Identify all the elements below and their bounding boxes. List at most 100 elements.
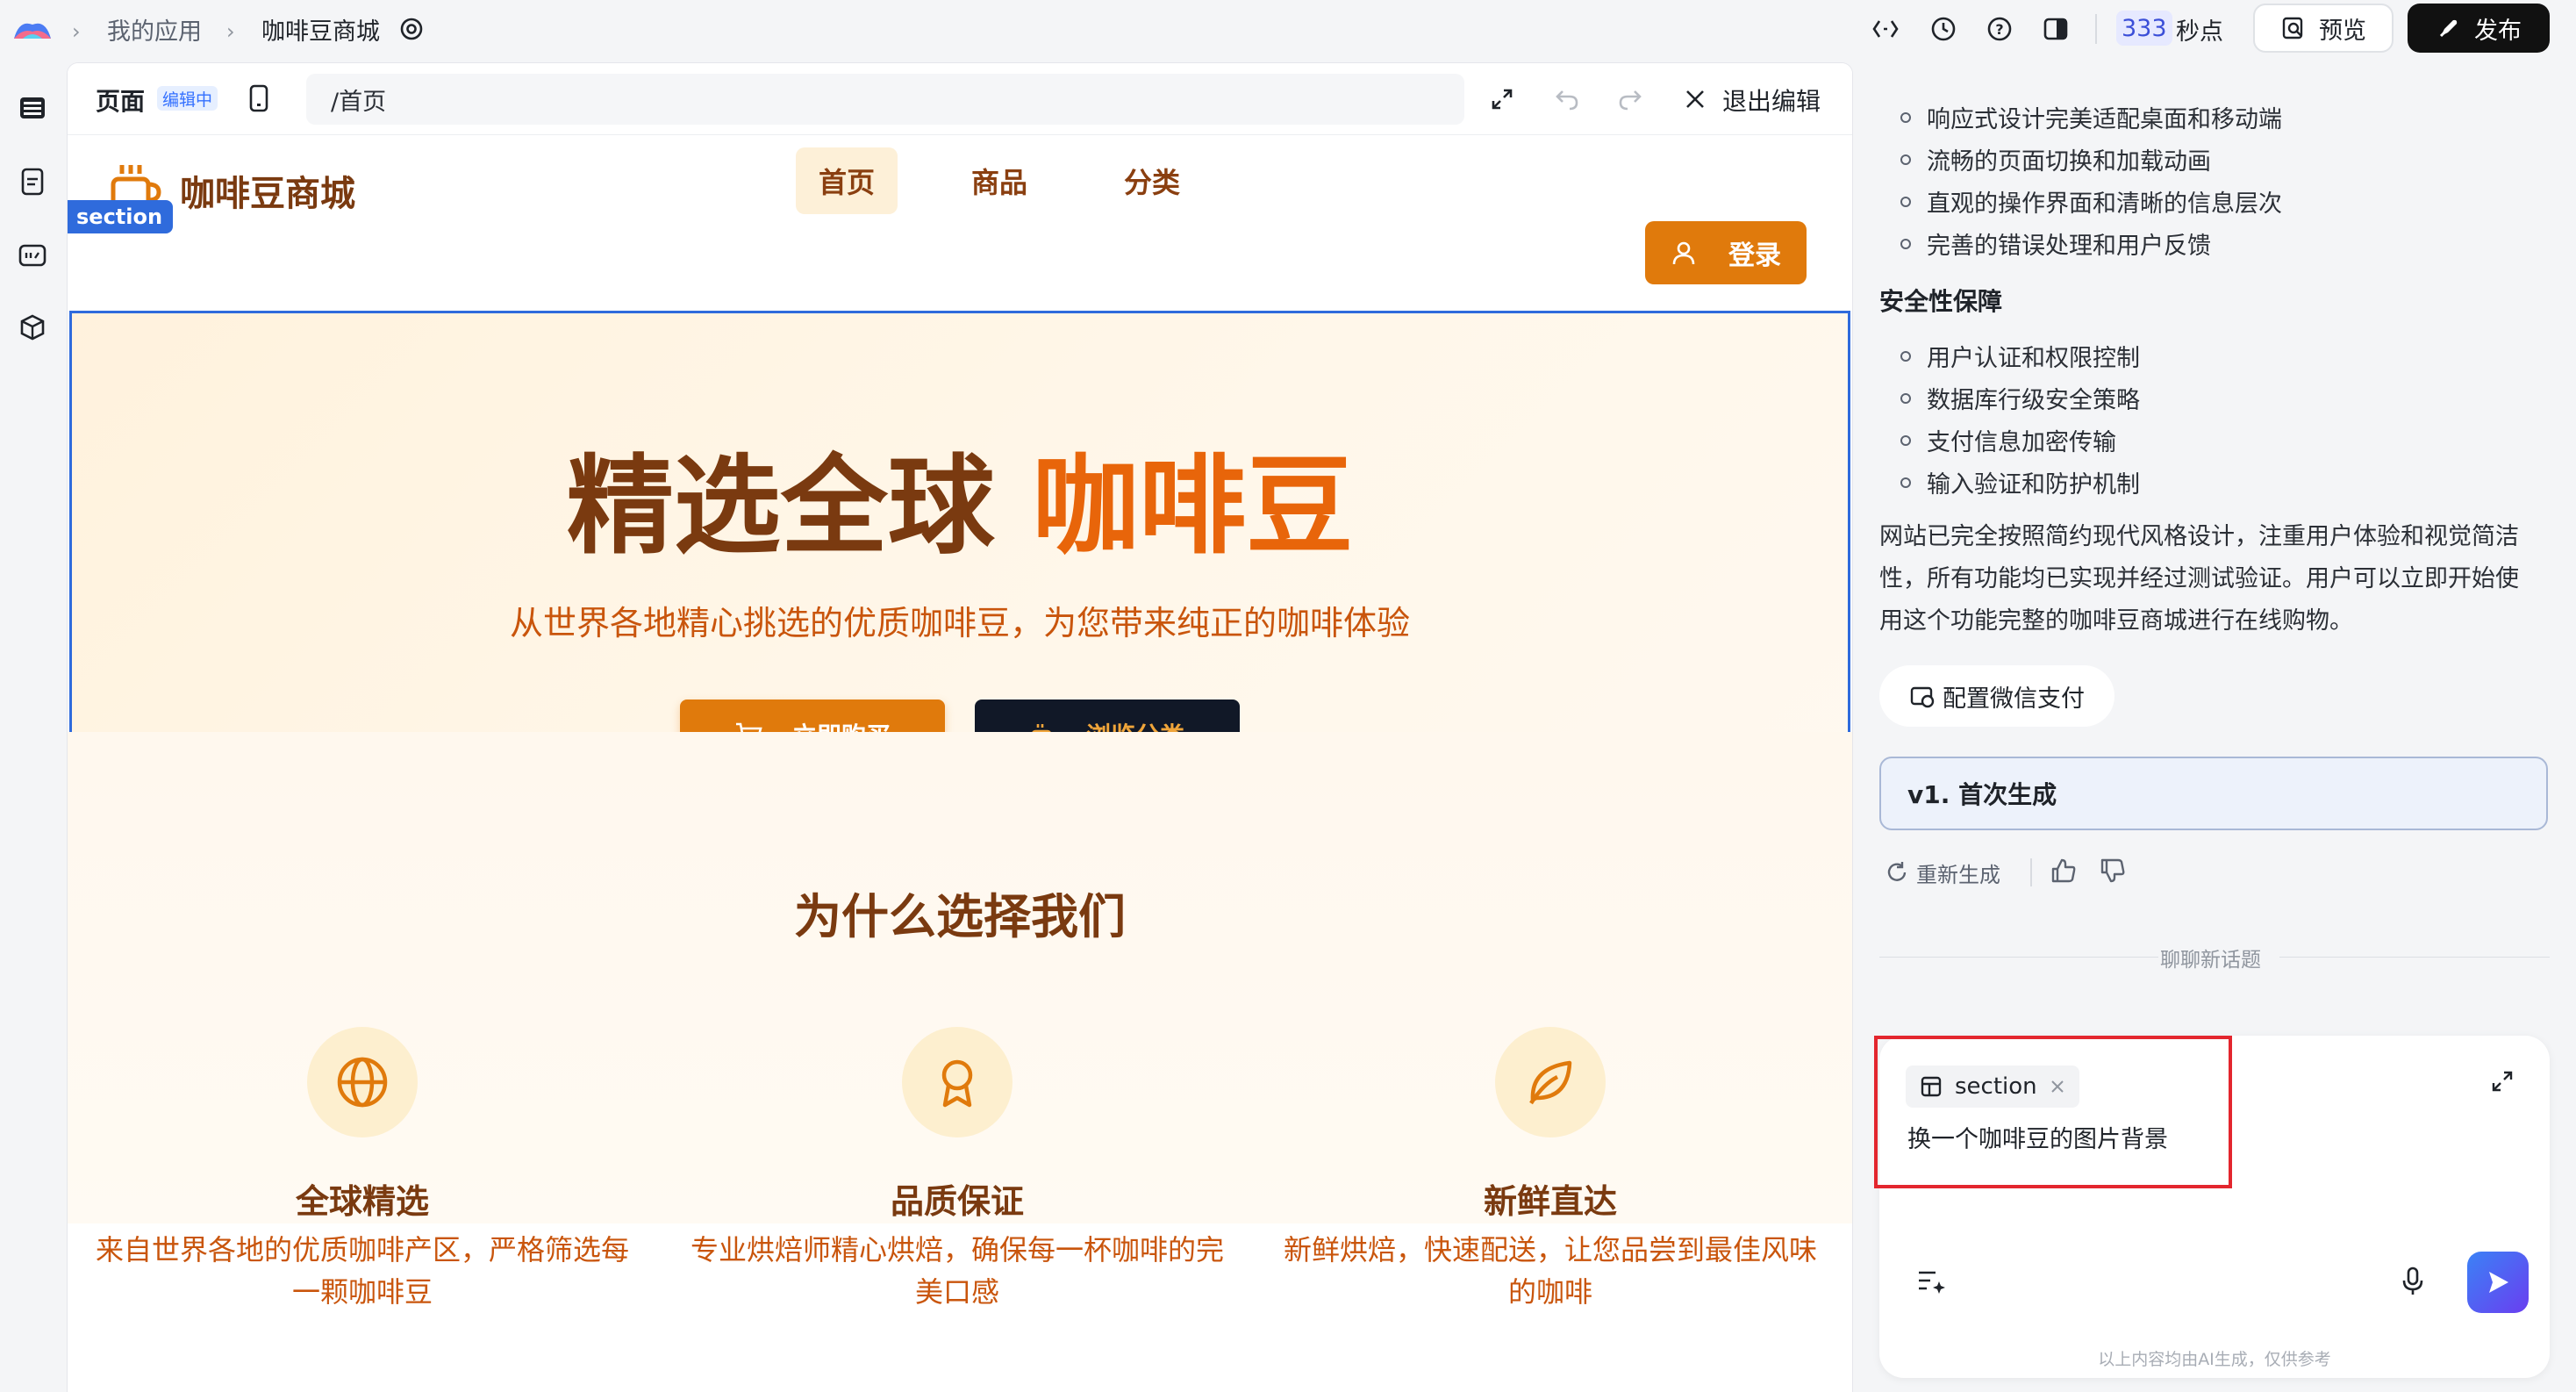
page-path: /首页 <box>331 88 387 116</box>
login-label: 登录 <box>1728 240 1781 271</box>
list-item-text: 用户认证和权限控制 <box>1927 345 2140 372</box>
list-item-text: 响应式设计完美适配桌面和移动端 <box>1927 106 2282 133</box>
breadcrumb-current-app[interactable]: 咖啡豆商城 <box>261 12 380 46</box>
top-bar: › 我的应用 › 咖啡豆商城 ? 333 秒点 预览 发布 <box>0 0 2576 58</box>
close-icon[interactable] <box>1684 88 1707 111</box>
login-button[interactable]: 登录 <box>1645 221 1807 284</box>
publish-label: 发布 <box>2474 17 2522 45</box>
list-item: 数据库行级安全策略 <box>1900 381 2140 415</box>
new-topic-button[interactable]: 聊聊新话题 <box>2160 943 2261 972</box>
page-path-field[interactable]: /首页 <box>306 74 1464 125</box>
editing-badge: 编辑中 <box>157 86 218 111</box>
app-settings-icon[interactable] <box>397 14 426 44</box>
user-icon <box>1672 241 1695 265</box>
list-item-text: 直观的操作界面和清晰的信息层次 <box>1927 190 2282 218</box>
summary-line: 用这个功能完整的咖啡豆商城进行在线购物。 <box>1879 607 2353 635</box>
regenerate-label: 重新生成 <box>1916 862 2000 887</box>
list-item: 响应式设计完美适配桌面和移动端 <box>1900 100 2282 134</box>
publish-button[interactable]: 发布 <box>2408 4 2550 53</box>
list-item-text: 输入验证和防护机制 <box>1927 471 2140 499</box>
site-brand[interactable]: 咖啡豆商城 <box>180 165 355 216</box>
feature-description: 新鲜烘焙，快速配送，让您品尝到最佳风味 的咖啡 <box>1270 1229 1831 1313</box>
file-icon[interactable] <box>18 167 47 197</box>
database-icon[interactable] <box>18 93 47 123</box>
feature-title: 新鲜直达 <box>1483 1182 1617 1221</box>
version-card[interactable]: v1. 首次生成 <box>1879 757 2548 830</box>
thumbs-down-icon[interactable] <box>2099 857 2127 885</box>
api-icon[interactable] <box>18 240 47 270</box>
help-icon[interactable]: ? <box>1985 14 2014 44</box>
features-heading: 为什么选择我们 <box>794 889 1126 944</box>
breadcrumb-my-apps[interactable]: 我的应用 <box>107 12 202 46</box>
toggle-panel-icon[interactable] <box>2041 14 2071 44</box>
microphone-icon[interactable] <box>2399 1266 2427 1297</box>
divider <box>2279 957 2550 958</box>
regenerate-button[interactable]: 重新生成 <box>1885 857 2000 888</box>
redo-icon[interactable] <box>1617 86 1643 112</box>
list-item: 流畅的页面切换和加载动画 <box>1900 142 2211 176</box>
package-icon[interactable] <box>18 312 47 342</box>
leaf-icon-badge <box>1495 1027 1606 1137</box>
leaf-icon <box>1529 1060 1572 1105</box>
hero-title-accent: 咖啡豆 <box>1032 444 1354 569</box>
summary-line: 网站已完全按照简约现代风格设计，注重用户体验和视觉简洁 <box>1879 523 2519 550</box>
hero-title-main: 精选全球 <box>566 444 995 569</box>
list-item-text: 支付信息加密传输 <box>1927 429 2116 456</box>
history-icon[interactable] <box>1928 14 1958 44</box>
globe-icon-badge <box>307 1027 418 1137</box>
editor-canvas: 页面 编辑中 /首页 退出编辑 咖啡豆商城 section 首页 商品 分类 登… <box>68 63 1852 1392</box>
list-item: 直观的操作界面和清晰的信息层次 <box>1900 184 2282 219</box>
feature-description: 来自世界各地的优质咖啡产区，严格筛选每 一颗咖啡豆 <box>82 1229 643 1313</box>
payment-icon <box>1910 686 1935 708</box>
list-item: 用户认证和权限控制 <box>1900 339 2140 373</box>
thumbs-up-icon[interactable] <box>2050 857 2078 885</box>
feature-desc-line: 新鲜烘焙，快速配送，让您品尝到最佳风味 <box>1283 1233 1817 1266</box>
feature-description: 专业烘焙师精心烘焙，确保每一杯咖啡的完 美口感 <box>676 1229 1238 1313</box>
divider <box>2030 858 2032 886</box>
send-button[interactable] <box>2467 1252 2529 1313</box>
points-unit: 秒点 <box>2176 18 2223 46</box>
configure-wechat-pay-button[interactable]: 配置微信支付 <box>1879 665 2114 727</box>
svg-text:?: ? <box>1995 21 2003 38</box>
app-logo[interactable] <box>11 16 54 42</box>
nav-home[interactable]: 首页 <box>796 147 898 214</box>
hero-subtitle: 从世界各地精心挑选的优质咖啡豆，为您带来纯正的咖啡体验 <box>509 604 1410 642</box>
points-value: 333 <box>2116 11 2172 46</box>
preview-label: 预览 <box>2319 17 2366 45</box>
award-icon-badge <box>902 1027 1013 1137</box>
list-item: 支付信息加密传输 <box>1900 423 2116 457</box>
left-rail <box>0 58 67 1392</box>
undo-icon[interactable] <box>1554 86 1580 112</box>
selection-tag: section <box>68 200 174 233</box>
expand-icon[interactable] <box>1489 86 1515 112</box>
list-item: 完善的错误处理和用户反馈 <box>1900 226 2211 261</box>
features-section: 为什么选择我们 全球精选 来自世界各地的优质咖啡产区，严格筛选每 一颗咖啡豆 品… <box>68 732 1852 1309</box>
nav-products[interactable]: 商品 <box>948 147 1050 214</box>
list-item-text: 流畅的页面切换和加载动画 <box>1927 148 2211 176</box>
chevron-right-icon: › <box>226 19 235 44</box>
editor-toolbar: 页面 编辑中 /首页 退出编辑 <box>68 63 1852 135</box>
feature-desc-line: 的咖啡 <box>1507 1275 1592 1309</box>
preview-button[interactable]: 预览 <box>2253 4 2394 53</box>
feature-title: 品质保证 <box>890 1182 1024 1221</box>
preview-icon <box>2282 17 2303 39</box>
feature-title: 全球精选 <box>295 1182 429 1221</box>
configure-wechat-pay-label: 配置微信支付 <box>1943 685 2085 713</box>
award-icon <box>941 1059 973 1108</box>
feature-desc-line: 美口感 <box>914 1275 999 1309</box>
feature-desc-line: 一颗咖啡豆 <box>291 1275 433 1309</box>
prompt-enhance-icon[interactable] <box>1916 1266 1948 1295</box>
hero-title: 精选全球 咖啡豆 <box>72 445 1848 568</box>
ai-disclaimer: 以上内容均由AI生成，仅供参考 <box>2098 1350 2331 1369</box>
feature-desc-line: 专业烘焙师精心烘焙，确保每一杯咖啡的完 <box>690 1233 1224 1266</box>
security-heading: 安全性保障 <box>1879 287 2003 316</box>
expand-chat-icon[interactable] <box>2490 1069 2515 1094</box>
code-icon[interactable] <box>1871 14 1900 44</box>
list-item-text: 完善的错误处理和用户反馈 <box>1927 233 2211 260</box>
summary-paragraph: 网站已完全按照简约现代风格设计，注重用户体验和视觉简洁 性，所有功能均已实现并经… <box>1879 516 2551 642</box>
refresh-icon <box>1887 862 1907 881</box>
rocket-icon <box>2439 19 2458 38</box>
exit-edit-button[interactable]: 退出编辑 <box>1722 83 1821 118</box>
mobile-view-icon[interactable] <box>248 84 269 112</box>
nav-categories[interactable]: 分类 <box>1101 147 1203 214</box>
